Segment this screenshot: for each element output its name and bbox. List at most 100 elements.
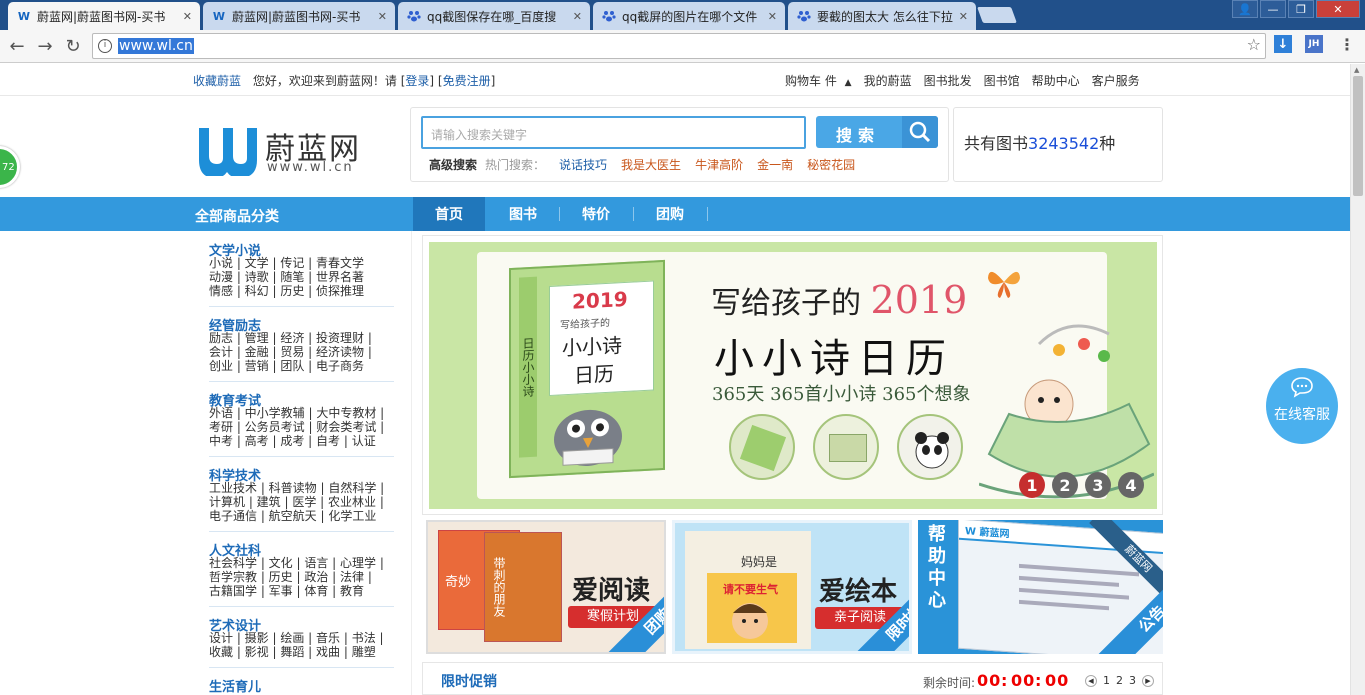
category-group: 文学小说 小说 | 文学 | 传记 | 青春文学 动漫 | 诗歌 | 随笔 | … bbox=[209, 240, 394, 307]
category-group: 人文社科 社会科学 | 文化 | 语言 | 心理学 | 哲学宗教 | 历史 | … bbox=[209, 540, 394, 607]
hot-search-link[interactable]: 金一南 bbox=[757, 156, 793, 173]
nav-specials[interactable]: 特价 bbox=[560, 197, 632, 231]
category-links[interactable]: 小说 | 文学 | 传记 | 青春文学 bbox=[209, 256, 394, 270]
reload-icon[interactable]: ↻ bbox=[62, 35, 84, 57]
my-weilan-link[interactable]: 我的蔚蓝 bbox=[864, 72, 912, 89]
all-categories-button[interactable]: 全部商品分类 bbox=[195, 206, 279, 226]
baidu-paw-icon bbox=[601, 8, 617, 24]
tab-close-icon[interactable]: ✕ bbox=[378, 10, 387, 23]
category-links[interactable]: 外语 | 中小学教辅 | 大中专教材 | bbox=[209, 406, 394, 420]
bookmark-star-icon[interactable]: ☆ bbox=[1247, 35, 1261, 54]
cart-link[interactable]: 购物车 件 ▲ bbox=[785, 72, 852, 89]
category-links[interactable]: 动漫 | 诗歌 | 随笔 | 世界名著 bbox=[209, 270, 394, 284]
wholesale-link[interactable]: 图书批发 bbox=[924, 72, 972, 89]
back-arrow-icon[interactable]: ← bbox=[6, 35, 28, 57]
floating-badge[interactable]: 72 bbox=[0, 146, 20, 188]
wl-favicon-icon: W bbox=[212, 9, 226, 23]
category-links[interactable]: 哲学宗教 | 历史 | 政治 | 法律 | bbox=[209, 570, 394, 584]
browser-tab[interactable]: qq截图保存在哪_百度搜 ✕ bbox=[398, 2, 590, 30]
category-title[interactable]: 科学技术 bbox=[209, 465, 394, 484]
category-links[interactable]: 中考 | 高考 | 成考 | 自考 | 认证 bbox=[209, 434, 394, 448]
category-links[interactable]: 创业 | 营销 | 团队 | 电子商务 bbox=[209, 359, 394, 373]
help-center-link[interactable]: 帮助中心 bbox=[1032, 72, 1080, 89]
browser-tab[interactable]: qq截屏的图片在哪个文件 ✕ bbox=[593, 2, 785, 30]
search-button[interactable]: 搜索 bbox=[816, 116, 938, 148]
category-title[interactable]: 经管励志 bbox=[209, 315, 394, 334]
slide-dot[interactable]: 3 bbox=[1085, 472, 1111, 498]
hero-banner[interactable]: 日历小小诗 2019 写给孩子的 小小诗 日历 写给孩子的 2019 小小诗日历… bbox=[422, 235, 1163, 515]
tab-close-icon[interactable]: ✕ bbox=[768, 10, 777, 23]
hot-search-link[interactable]: 秘密花园 bbox=[807, 156, 855, 173]
category-links[interactable]: 计算机 | 建筑 | 医学 | 农业林业 | bbox=[209, 495, 394, 509]
user-icon[interactable]: 👤 bbox=[1232, 0, 1258, 18]
banner-slide[interactable]: 日历小小诗 2019 写给孩子的 小小诗 日历 写给孩子的 2019 小小诗日历… bbox=[429, 242, 1157, 509]
url-input[interactable]: i www.wl.cn ☆ bbox=[92, 33, 1266, 59]
category-links[interactable]: 设计 | 摄影 | 绘画 | 音乐 | 书法 | bbox=[209, 631, 394, 645]
slide-dot[interactable]: 2 bbox=[1052, 472, 1078, 498]
nav-books[interactable]: 图书 bbox=[487, 197, 559, 231]
hot-search-link[interactable]: 我是大医生 bbox=[621, 156, 681, 173]
category-title[interactable]: 文学小说 bbox=[209, 240, 394, 259]
flash-sale-pager: ◀ 1 2 3 ▶ bbox=[1085, 674, 1154, 687]
category-links[interactable]: 收藏 | 影视 | 舞蹈 | 戏曲 | 雕塑 bbox=[209, 645, 394, 659]
tab-close-icon[interactable]: ✕ bbox=[183, 10, 192, 23]
category-divider bbox=[209, 456, 394, 457]
new-tab-button[interactable] bbox=[977, 7, 1017, 23]
promo-card-reading[interactable]: 奇妙 带刺的朋友 爱阅读 寒假计划 团购 bbox=[426, 520, 666, 654]
category-title[interactable]: 人文社科 bbox=[209, 540, 394, 559]
hot-search-link[interactable]: 说话技巧 bbox=[559, 156, 607, 173]
tab-close-icon[interactable]: ✕ bbox=[573, 10, 582, 23]
maximize-button[interactable]: ❐ bbox=[1288, 0, 1314, 18]
tab-close-icon[interactable]: ✕ bbox=[959, 10, 968, 23]
page-number[interactable]: 1 bbox=[1103, 674, 1110, 687]
page-scrollbar[interactable]: ▲ bbox=[1350, 64, 1365, 695]
menu-dots-icon[interactable]: ⋮ bbox=[1338, 35, 1356, 54]
promo-card-help[interactable]: 帮助中心 W 蔚蓝网 蔚蓝网 公告 bbox=[918, 520, 1163, 654]
category-title[interactable]: 生活育儿 bbox=[209, 676, 394, 695]
book-detail-circle bbox=[813, 414, 879, 480]
category-links[interactable]: 社会科学 | 文化 | 语言 | 心理学 | bbox=[209, 556, 394, 570]
jh-extension-icon[interactable]: JH bbox=[1305, 35, 1323, 53]
page-number[interactable]: 3 bbox=[1129, 674, 1136, 687]
category-links[interactable]: 工业技术 | 科普读物 | 自然科学 | bbox=[209, 481, 394, 495]
page-number[interactable]: 2 bbox=[1116, 674, 1123, 687]
prev-arrow-icon[interactable]: ◀ bbox=[1085, 674, 1097, 687]
category-links[interactable]: 情感 | 科幻 | 历史 | 侦探推理 bbox=[209, 284, 394, 298]
forward-arrow-icon[interactable]: → bbox=[34, 35, 56, 57]
download-extension-icon[interactable]: ↓ bbox=[1274, 35, 1292, 53]
category-links[interactable]: 电子通信 | 航空航天 | 化学工业 bbox=[209, 509, 394, 523]
category-links[interactable]: 古籍国学 | 军事 | 体育 | 教育 bbox=[209, 584, 394, 598]
info-icon[interactable]: i bbox=[98, 39, 112, 53]
login-link[interactable]: 登录 bbox=[405, 74, 429, 88]
close-window-button[interactable]: ✕ bbox=[1316, 0, 1360, 18]
browser-tab[interactable]: W 蔚蓝网|蔚蓝图书网-买书 ✕ bbox=[203, 2, 395, 30]
browser-tab[interactable]: 要截的图太大 怎么往下拉 ✕ bbox=[788, 2, 976, 30]
advanced-search-link[interactable]: 高级搜索 bbox=[429, 156, 477, 173]
url-text[interactable]: www.wl.cn bbox=[118, 38, 194, 54]
flash-sale-title[interactable]: 限时促销 bbox=[441, 671, 497, 691]
nav-group-buy[interactable]: 团购 bbox=[634, 197, 706, 231]
category-title[interactable]: 艺术设计 bbox=[209, 615, 394, 634]
scroll-up-icon[interactable]: ▲ bbox=[1354, 66, 1359, 74]
hot-search-link[interactable]: 牛津高阶 bbox=[695, 156, 743, 173]
category-divider bbox=[209, 306, 394, 307]
slide-dot-active[interactable]: 1 bbox=[1019, 472, 1045, 498]
baidu-paw-icon bbox=[796, 8, 812, 24]
library-link[interactable]: 图书馆 bbox=[984, 72, 1020, 89]
browser-tab[interactable]: W 蔚蓝网|蔚蓝图书网-买书 ✕ bbox=[8, 2, 200, 30]
favorite-link[interactable]: 收藏蔚蓝 bbox=[193, 74, 241, 88]
scroll-thumb[interactable] bbox=[1353, 76, 1363, 196]
online-service-button[interactable]: 在线客服 bbox=[1266, 368, 1338, 444]
next-arrow-icon[interactable]: ▶ bbox=[1142, 674, 1154, 687]
minimize-button[interactable]: — bbox=[1260, 0, 1286, 18]
category-links[interactable]: 励志 | 管理 | 经济 | 投资理财 | bbox=[209, 331, 394, 345]
category-links[interactable]: 会计 | 金融 | 贸易 | 经济读物 | bbox=[209, 345, 394, 359]
nav-home[interactable]: 首页 bbox=[413, 197, 485, 231]
promo-card-picturebook[interactable]: 妈妈是 请不要生气 爱绘本 亲子阅读 限时抢 bbox=[672, 520, 912, 654]
category-title[interactable]: 教育考试 bbox=[209, 390, 394, 409]
slide-dot[interactable]: 4 bbox=[1118, 472, 1144, 498]
category-links[interactable]: 考研 | 公务员考试 | 财会类考试 | bbox=[209, 420, 394, 434]
register-link[interactable]: 免费注册 bbox=[443, 74, 491, 88]
search-input[interactable]: 请输入搜索关键字 bbox=[421, 116, 806, 149]
customer-service-link[interactable]: 客户服务 bbox=[1092, 72, 1140, 89]
